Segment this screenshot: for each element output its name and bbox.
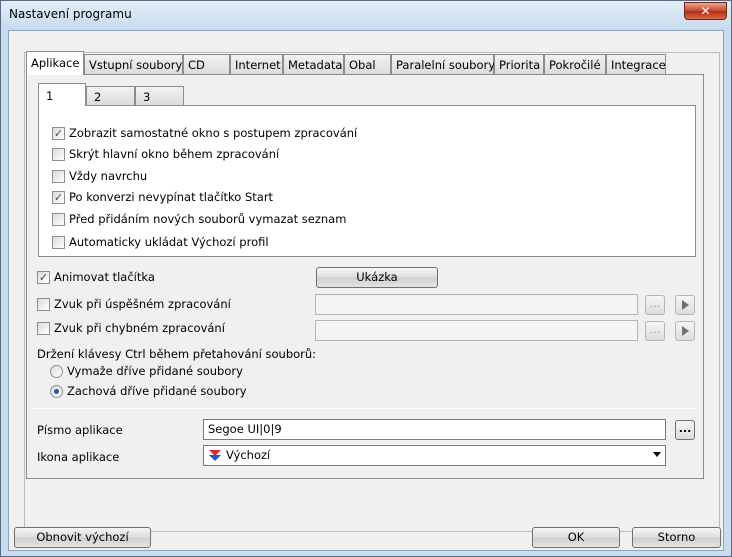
option-animate-buttons[interactable]: ✓ Animovat tlačítka xyxy=(37,271,155,287)
font-label: Písmo aplikace xyxy=(37,423,123,437)
sound-error-play-button[interactable] xyxy=(675,321,695,341)
ctrl-drag-label: Držení klávesy Ctrl během přetahování so… xyxy=(37,347,317,361)
flag-icon xyxy=(209,450,221,461)
chevron-down-icon[interactable] xyxy=(653,452,661,457)
checkbox[interactable] xyxy=(52,236,65,249)
subtab-label: 1 xyxy=(46,89,54,103)
subtab-3[interactable]: 3 xyxy=(135,86,184,105)
checkbox[interactable] xyxy=(52,170,65,183)
checkbox[interactable] xyxy=(37,322,50,335)
reset-defaults-button[interactable]: Obnovit výchozí xyxy=(14,527,151,548)
checkbox[interactable]: ✓ xyxy=(52,127,65,140)
checkbox[interactable] xyxy=(52,213,65,226)
checkbox-label: Po konverzi nevypínat tlačítko Start xyxy=(69,190,274,204)
checkbox-label: Zvuk při chybném zpracování xyxy=(54,321,225,335)
icon-label: Ikona aplikace xyxy=(37,450,120,464)
checkbox-label: Skrýt hlavní okno během zpracování xyxy=(69,147,280,161)
sound-success-play-button[interactable] xyxy=(675,295,695,315)
ok-button[interactable]: OK xyxy=(532,527,620,548)
option-sound-success[interactable]: Zvuk při úspěšném zpracování xyxy=(37,298,231,314)
tab-label: Priorita xyxy=(499,58,541,72)
close-icon: ✕ xyxy=(700,4,711,18)
dialog-window: Nastavení programu ✕ Aplikace Vstupní so… xyxy=(0,0,732,557)
radio-keep-previous[interactable]: Zachová dříve přidané soubory xyxy=(50,385,247,401)
tab-aplikace[interactable]: Aplikace xyxy=(26,51,84,75)
font-input[interactable]: Segoe UI|0|9 xyxy=(203,419,666,440)
radio-label: Vymaže dříve přidané soubory xyxy=(67,364,243,378)
tab-label: CD xyxy=(188,58,205,72)
sound-error-input[interactable] xyxy=(315,320,638,341)
tab-internet[interactable]: Internet xyxy=(230,54,283,74)
close-button[interactable]: ✕ xyxy=(684,2,727,20)
option-keep-start-button[interactable]: ✓ Po konverzi nevypínat tlačítko Start xyxy=(52,191,273,207)
subtab-label: 2 xyxy=(94,90,102,104)
radio-button[interactable] xyxy=(50,365,63,378)
subtab-2[interactable]: 2 xyxy=(86,86,135,105)
icon-select[interactable]: Výchozí xyxy=(203,445,666,466)
radio-clear-previous[interactable]: Vymaže dříve přidané soubory xyxy=(50,365,243,381)
sound-success-browse-button[interactable]: ... xyxy=(645,295,665,315)
cancel-button[interactable]: Storno xyxy=(632,527,721,548)
option-hide-main-window[interactable]: Skrýt hlavní okno během zpracování xyxy=(52,148,279,164)
play-icon xyxy=(682,326,689,336)
tab-obal[interactable]: Obal xyxy=(344,54,391,74)
checkbox-label: Vždy navrchu xyxy=(69,169,148,183)
option-autosave-profile[interactable]: Automaticky ukládat Výchozí profil xyxy=(52,236,269,252)
window-title: Nastavení programu xyxy=(9,7,132,21)
option-clear-list[interactable]: Před přidáním nových souborů vymazat sez… xyxy=(52,213,346,229)
checkbox-label: Automaticky ukládat Výchozí profil xyxy=(69,235,269,249)
tab-label: Integrace xyxy=(611,58,666,72)
tab-label: Obal xyxy=(349,58,376,72)
sound-success-input[interactable] xyxy=(315,294,638,315)
tab-label: Vstupní soubory xyxy=(89,58,183,72)
font-browse-button[interactable]: ... xyxy=(675,420,695,440)
tab-label: Internet xyxy=(235,58,281,72)
tab-label: Aplikace xyxy=(31,56,80,70)
tab-paralelni-soubory[interactable]: Paralelní soubory xyxy=(391,54,496,74)
icon-select-value: Výchozí xyxy=(226,448,271,462)
checkbox[interactable]: ✓ xyxy=(52,191,65,204)
tab-pokrocile[interactable]: Pokročilé xyxy=(544,54,606,74)
subtab-1[interactable]: 1 xyxy=(38,83,86,106)
title-bar[interactable]: Nastavení programu ✕ xyxy=(1,1,731,29)
radio-button[interactable] xyxy=(50,385,63,398)
checkbox[interactable]: ✓ xyxy=(37,271,50,284)
option-show-progress-window[interactable]: ✓ Zobrazit samostatné okno s postupem zpr… xyxy=(52,127,357,143)
subtab-label: 3 xyxy=(143,90,151,104)
radio-label: Zachová dříve přidané soubory xyxy=(67,384,247,398)
checkbox[interactable] xyxy=(37,298,50,311)
tab-cd[interactable]: CD xyxy=(183,54,230,74)
tab-priorita[interactable]: Priorita xyxy=(494,54,544,74)
checkbox-label: Zobrazit samostatné okno s postupem zpra… xyxy=(69,126,358,140)
play-icon xyxy=(682,300,689,310)
preview-button[interactable]: Ukázka xyxy=(316,267,438,288)
tab-label: Metadata xyxy=(288,58,343,72)
tab-label: Paralelní soubory xyxy=(396,58,496,72)
tab-vstupni-soubory[interactable]: Vstupní soubory xyxy=(84,54,183,74)
tab-label: Pokročilé xyxy=(549,58,601,72)
option-always-on-top[interactable]: Vždy navrchu xyxy=(52,170,147,186)
tab-integrace[interactable]: Integrace xyxy=(606,54,666,74)
checkbox-label: Zvuk při úspěšném zpracování xyxy=(54,297,231,311)
checkbox[interactable] xyxy=(52,148,65,161)
separator xyxy=(34,408,696,409)
option-sound-error[interactable]: Zvuk při chybném zpracování xyxy=(37,322,225,338)
sound-error-browse-button[interactable]: ... xyxy=(645,321,665,341)
checkbox-label: Animovat tlačítka xyxy=(54,270,155,284)
checkbox-label: Před přidáním nových souborů vymazat sez… xyxy=(69,212,347,226)
tab-metadata[interactable]: Metadata xyxy=(283,54,344,74)
